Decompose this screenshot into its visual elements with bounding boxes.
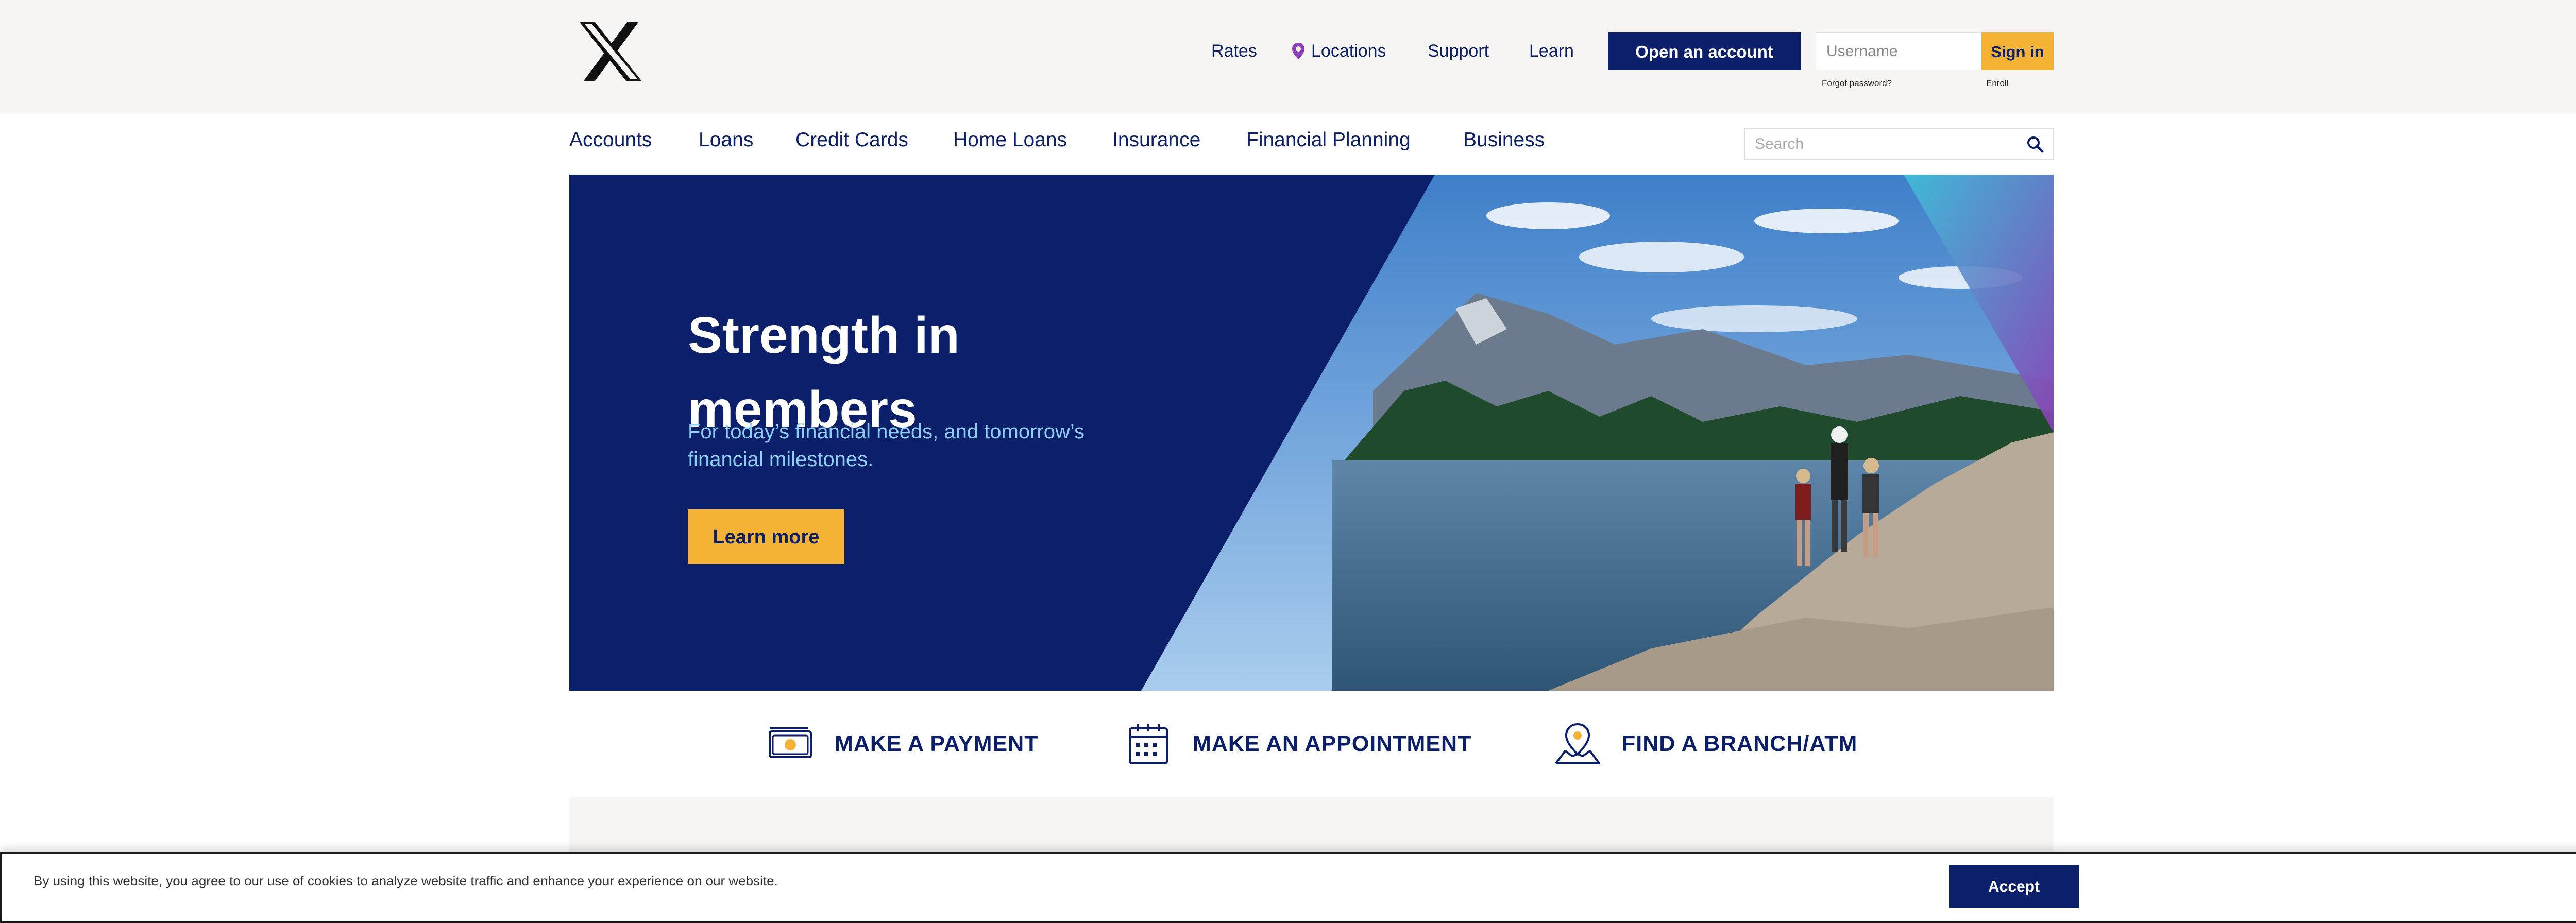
open-account-button[interactable]: Open an account bbox=[1608, 32, 1801, 70]
accept-cookies-button[interactable]: Accept bbox=[1949, 865, 2079, 908]
make-payment-link[interactable]: MAKE A PAYMENT bbox=[767, 720, 1038, 767]
nav-credit-cards[interactable]: Credit Cards bbox=[795, 129, 908, 151]
locations-label: Locations bbox=[1311, 41, 1386, 61]
hero-subtitle: For today’s financial needs, and tomorro… bbox=[688, 420, 1085, 471]
username-input[interactable] bbox=[1816, 32, 1981, 70]
nav-business[interactable]: Business bbox=[1463, 129, 1545, 151]
hero-banner: Strength in members For today’s financia… bbox=[569, 175, 2054, 691]
nav-accounts[interactable]: Accounts bbox=[569, 129, 652, 151]
nav-insurance[interactable]: Insurance bbox=[1112, 129, 1200, 151]
nav-home-loans[interactable]: Home Loans bbox=[953, 129, 1067, 151]
sign-in-button[interactable]: Sign in bbox=[1981, 32, 2054, 70]
search-box bbox=[1744, 128, 2054, 160]
map-pin-icon bbox=[1555, 723, 1600, 764]
support-link[interactable]: Support bbox=[1428, 39, 1489, 63]
search-input[interactable] bbox=[1745, 129, 2013, 159]
make-payment-label: MAKE A PAYMENT bbox=[835, 731, 1039, 756]
forgot-password-link[interactable]: Forgot password? bbox=[1822, 78, 1892, 89]
location-pin-icon bbox=[1292, 43, 1304, 59]
nav-loans[interactable]: Loans bbox=[699, 129, 753, 151]
x-logo-icon[interactable] bbox=[577, 21, 644, 82]
calendar-icon bbox=[1129, 724, 1168, 764]
utility-bar: Rates Locations Support Learn Open an ac… bbox=[0, 0, 2576, 113]
make-appointment-link[interactable]: MAKE AN APPOINTMENT bbox=[1125, 720, 1471, 767]
learn-more-button[interactable]: Learn more bbox=[688, 509, 844, 564]
rates-link[interactable]: Rates bbox=[1211, 39, 1257, 63]
make-appointment-label: MAKE AN APPOINTMENT bbox=[1193, 731, 1472, 756]
nav-financial-planning[interactable]: Financial Planning bbox=[1246, 129, 1411, 151]
cookie-text: By using this website, you agree to our … bbox=[33, 873, 778, 888]
find-branch-link[interactable]: FIND A BRANCH/ATM bbox=[1554, 720, 1857, 767]
cash-payment-icon bbox=[769, 727, 812, 758]
enroll-link[interactable]: Enroll bbox=[1986, 78, 2008, 89]
cookie-banner: By using this website, you agree to our … bbox=[0, 852, 2576, 923]
search-icon[interactable] bbox=[2026, 135, 2044, 153]
find-branch-label: FIND A BRANCH/ATM bbox=[1622, 731, 1858, 756]
learn-link[interactable]: Learn bbox=[1529, 39, 1574, 63]
locations-link[interactable]: Locations bbox=[1292, 39, 1386, 63]
